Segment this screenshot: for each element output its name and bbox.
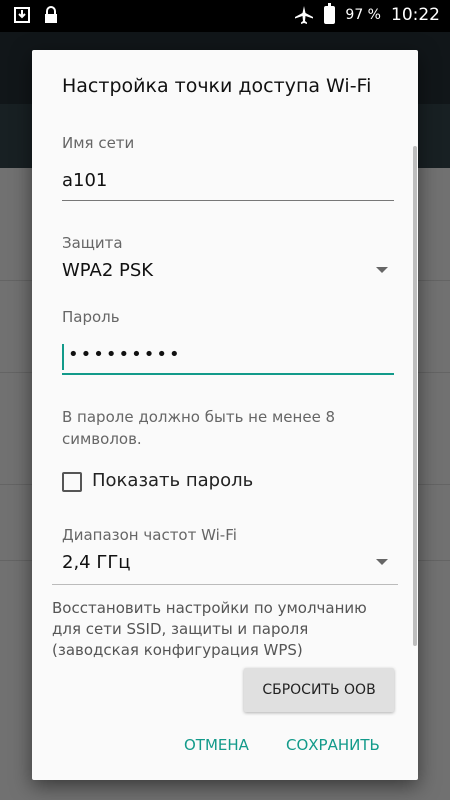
password-input[interactable]: ••••••••• [68, 344, 182, 365]
divider [52, 584, 398, 585]
chevron-down-icon[interactable] [376, 267, 388, 273]
clock: 10:22 [391, 5, 440, 25]
lock-icon [45, 6, 57, 23]
airplane-mode-icon [295, 6, 314, 24]
ssid-input[interactable]: a101 [62, 170, 107, 191]
ssid-label: Имя сети [62, 134, 135, 152]
save-button[interactable]: СОХРАНИТЬ [286, 736, 380, 754]
band-label: Диапазон частот Wi-Fi [62, 526, 237, 544]
show-password-label[interactable]: Показать пароль [92, 470, 253, 491]
password-label: Пароль [62, 308, 120, 326]
show-password-checkbox[interactable] [62, 472, 82, 492]
ssid-underline [62, 200, 394, 201]
text-cursor [62, 344, 64, 370]
password-hint: В пароле должно быть не менее 8 символов… [62, 408, 336, 448]
password-underline [62, 373, 394, 375]
download-icon [14, 7, 30, 23]
wifi-hotspot-settings-dialog: Настройка точки доступа Wi-Fi Имя сети a… [32, 50, 418, 780]
status-bar: 97 % 10:22 [0, 0, 450, 32]
reset-description: Восстановить настройки по умолчанию для … [52, 599, 367, 659]
scrollbar[interactable] [413, 146, 417, 646]
security-select[interactable]: WPA2 PSK [62, 260, 153, 281]
security-label: Защита [62, 234, 123, 252]
dialog-title: Настройка точки доступа Wi-Fi [62, 75, 372, 97]
cancel-button[interactable]: ОТМЕНА [184, 736, 249, 754]
reset-oob-button[interactable]: СБРОСИТЬ ООВ [244, 668, 394, 712]
chevron-down-icon[interactable] [376, 559, 388, 565]
battery-percent: 97 % [345, 7, 381, 23]
battery-icon [324, 3, 336, 24]
band-select[interactable]: 2,4 ГГц [62, 552, 131, 573]
